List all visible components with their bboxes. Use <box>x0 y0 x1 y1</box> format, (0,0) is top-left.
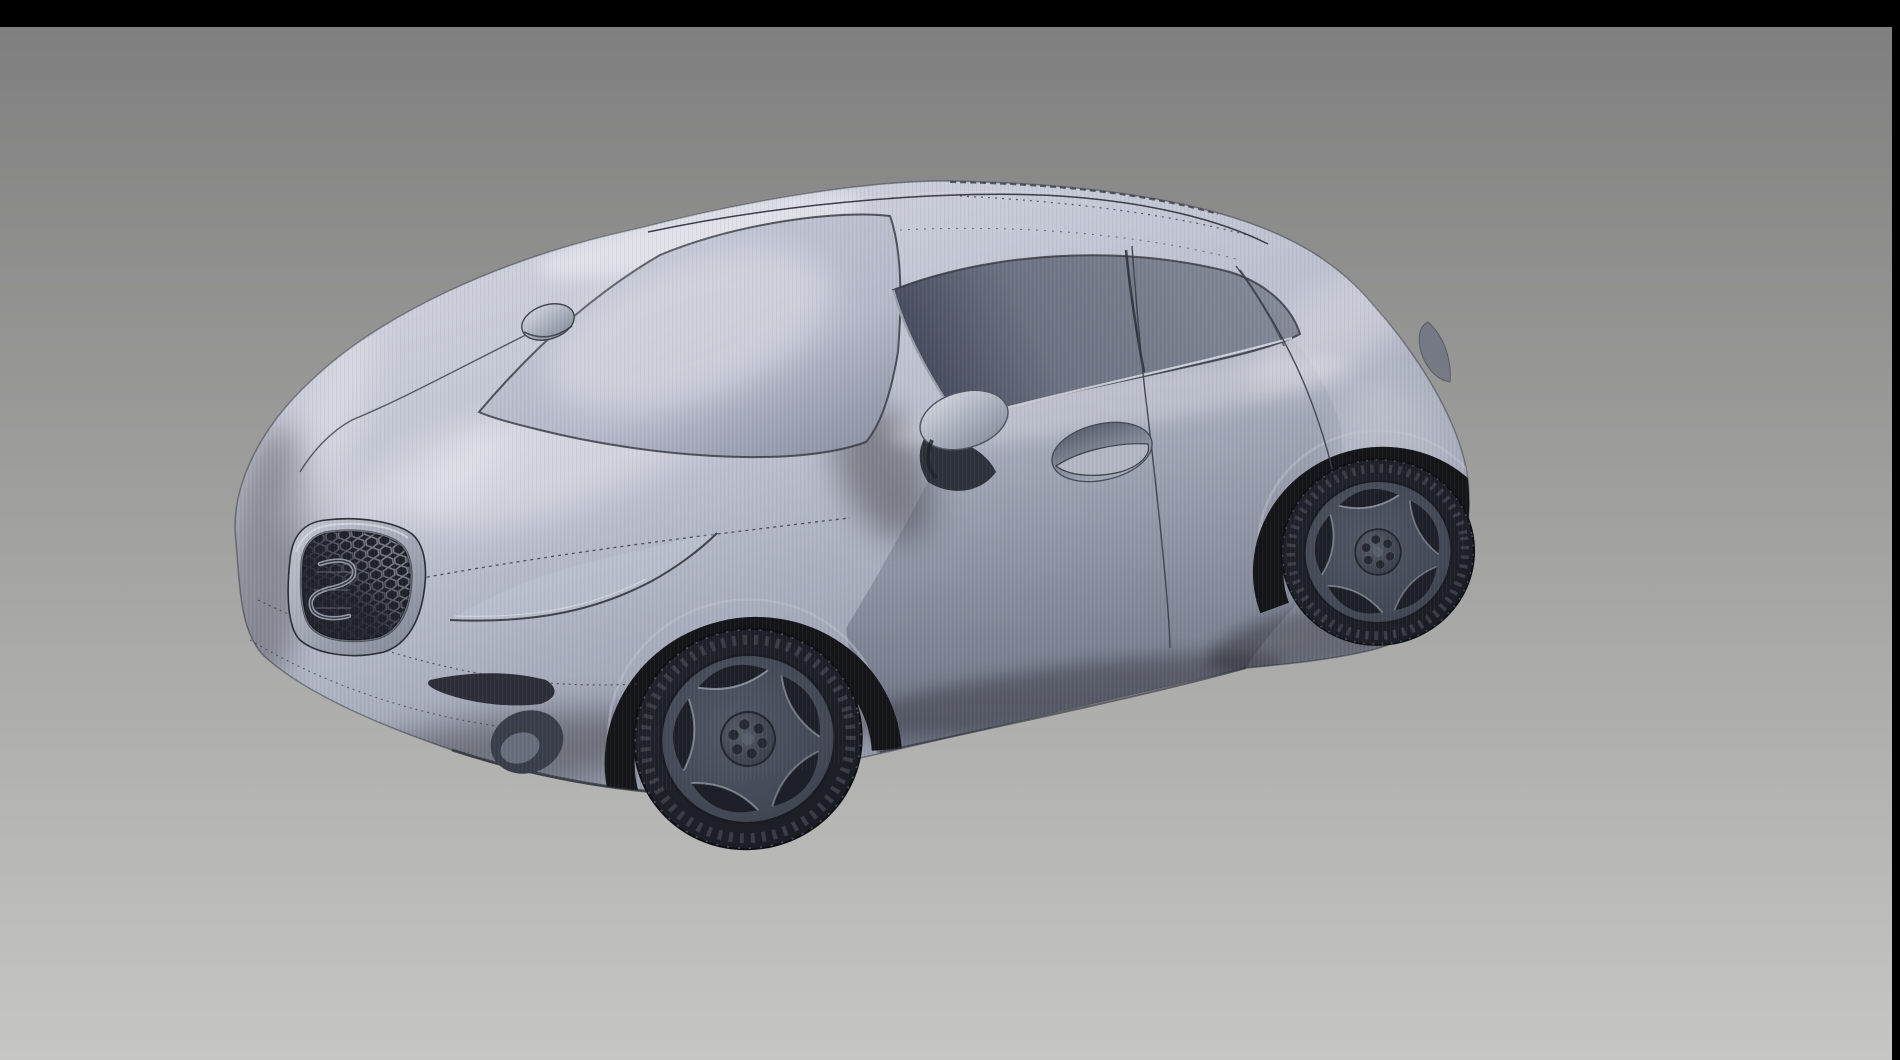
render-viewport <box>0 0 1900 1060</box>
top-letterbox-bar <box>0 0 1900 27</box>
cad-render-canvas[interactable] <box>0 0 1900 1060</box>
right-letterbox-bar <box>1892 0 1900 1060</box>
